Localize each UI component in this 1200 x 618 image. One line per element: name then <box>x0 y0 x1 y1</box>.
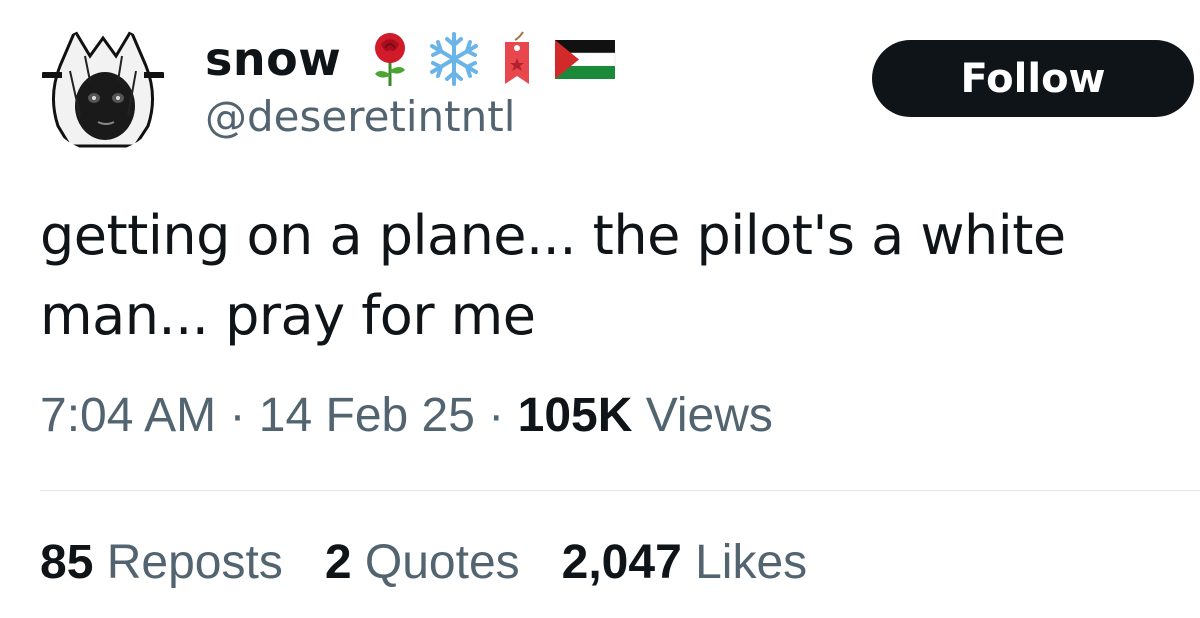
divider <box>40 490 1200 491</box>
views-label: Views <box>645 389 773 442</box>
meta-separator: · <box>229 389 246 442</box>
tweet-text: getting on a plane... the pilot's a whit… <box>40 204 1066 347</box>
rose-icon <box>361 30 419 88</box>
quotes-count: 2 <box>324 536 352 589</box>
author-display-name[interactable]: snow <box>205 32 341 86</box>
engagement-stats: 85 Reposts 2 Quotes 2,047 Likes <box>40 535 807 590</box>
reposts-label: Reposts <box>106 536 283 589</box>
likes-label: Likes <box>695 536 808 589</box>
tweet-meta: 7:04 AM · 14 Feb 25 · 105K Views <box>40 388 773 443</box>
author-name-row: snow <box>205 28 616 90</box>
avatar-image <box>40 26 166 152</box>
avatar[interactable] <box>40 26 166 152</box>
likes-count: 2,047 <box>561 536 682 589</box>
reposts-stat[interactable]: 85 Reposts <box>40 535 283 590</box>
author-handle[interactable]: @deseretintntl <box>205 92 515 141</box>
reposts-count: 85 <box>40 536 94 589</box>
follow-button[interactable]: Follow <box>872 40 1194 117</box>
meta-separator: · <box>488 389 505 442</box>
tweet-time[interactable]: 7:04 AM <box>40 389 216 442</box>
quotes-stat[interactable]: 2 Quotes <box>325 535 520 590</box>
snowflake-icon <box>425 30 483 88</box>
likes-stat[interactable]: 2,047 Likes <box>562 535 808 590</box>
views-count: 105K <box>517 389 633 442</box>
quotes-label: Quotes <box>364 536 520 589</box>
palestine-flag-icon <box>553 30 616 88</box>
bookmark-tag-icon <box>489 30 547 88</box>
tweet-date[interactable]: 14 Feb 25 <box>259 389 475 442</box>
